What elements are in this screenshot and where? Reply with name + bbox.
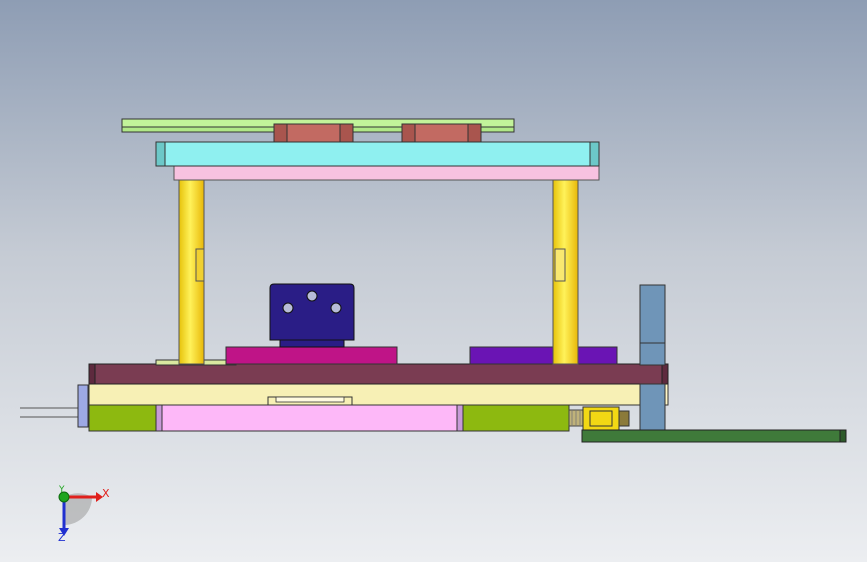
guide-pillar-left[interactable] — [178, 165, 205, 365]
guide-pillar-right[interactable] — [552, 165, 579, 365]
clamp-block-right[interactable] — [401, 123, 482, 143]
x-axis-label: X — [102, 487, 110, 500]
pad-purple[interactable] — [469, 346, 618, 365]
model-canvas[interactable] — [0, 0, 867, 562]
bottom-plate-pink — [155, 404, 464, 432]
base-plate-maroon[interactable] — [88, 363, 669, 385]
upper-plate-cyan[interactable] — [155, 141, 600, 181]
mount-block-navy[interactable] — [269, 283, 355, 348]
axis-triad — [58, 491, 103, 536]
y-axis-label: Y — [59, 485, 65, 495]
bolt-hole — [282, 302, 294, 314]
cad-3d-viewport[interactable]: X Y Z — [0, 0, 867, 562]
base-plate-cream[interactable] — [88, 383, 669, 406]
z-axis-label: Z — [58, 531, 66, 544]
rail-green[interactable] — [581, 429, 847, 443]
side-column-blue[interactable] — [639, 284, 666, 435]
bolt-hole — [306, 290, 318, 302]
rod-left[interactable] — [20, 384, 89, 428]
pad-magenta[interactable] — [225, 346, 398, 365]
bottom-plate[interactable] — [88, 404, 570, 432]
cylinder-yellow[interactable] — [568, 406, 630, 431]
bolt-hole — [330, 302, 342, 314]
clamp-block-left[interactable] — [273, 123, 354, 143]
